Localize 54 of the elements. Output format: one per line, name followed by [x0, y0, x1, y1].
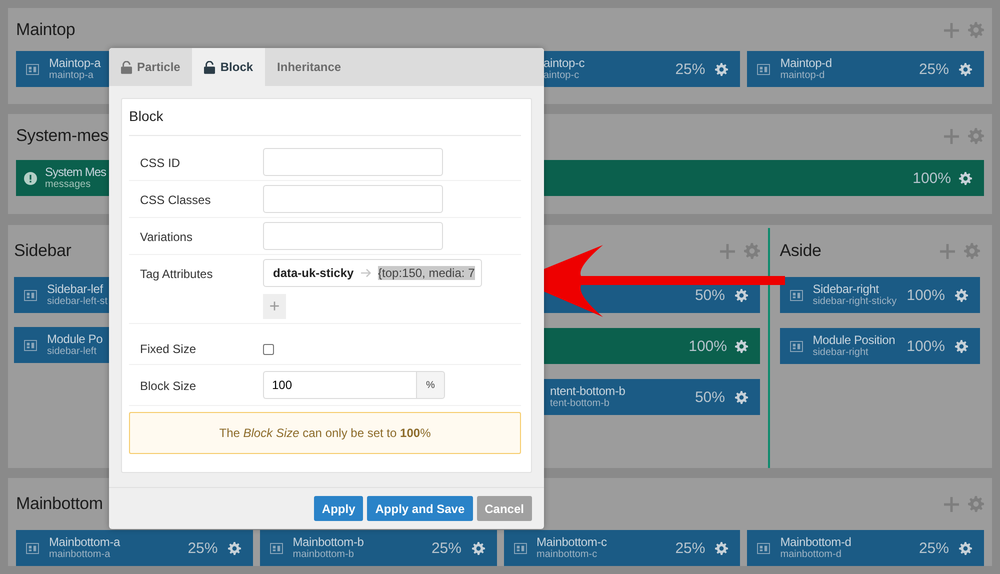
- module-title: System Mes: [45, 165, 106, 179]
- module-id: mainbottom-d: [780, 549, 842, 561]
- module-width: 100%: [912, 170, 951, 186]
- module-title: Sidebar-right: [812, 282, 879, 296]
- module-width: 25%: [188, 540, 218, 556]
- module-title: Module Po: [47, 332, 103, 346]
- module-id: messages: [45, 179, 91, 191]
- section-title: Mainbottom: [16, 494, 103, 514]
- module-title: Mainbottom-b: [292, 535, 364, 549]
- module-id: mainbottom-b: [292, 549, 354, 561]
- section-title: Aside: [780, 241, 822, 261]
- field-label: Variations: [139, 229, 194, 244]
- module-id: tent-bottom-b: [550, 398, 610, 410]
- field-label: Tag Attributes: [139, 266, 214, 281]
- module-id: mainbottom-c: [536, 549, 598, 561]
- field-label: CSS Classes: [139, 192, 212, 207]
- module-width: 50%: [694, 286, 725, 304]
- module-width: 50%: [694, 388, 725, 406]
- module-title: Sidebar-lef: [47, 282, 103, 296]
- module-width: 25%: [918, 540, 949, 556]
- module-id: maintop-a: [49, 70, 94, 82]
- module-title: Mainbottom-c: [536, 535, 607, 549]
- field-label: CSS ID: [139, 155, 182, 170]
- section-title: Sidebar: [14, 241, 72, 261]
- panel-title: Block: [129, 99, 521, 136]
- module-id: mainbottom-a: [49, 549, 110, 561]
- module-title: Mainbottom-d: [780, 535, 852, 549]
- module-width: 25%: [918, 60, 949, 78]
- section-title: System-mes: [16, 126, 108, 146]
- module-title: aintop-c: [544, 56, 585, 70]
- module-id: aintop-c: [544, 70, 580, 82]
- unit-label: %: [416, 371, 445, 399]
- field-label: Fixed Size: [139, 341, 198, 356]
- notice-message: The Block Size can only be set to 100%: [129, 412, 521, 454]
- module-id: sidebar-right: [812, 347, 868, 359]
- module-title: Mainbottom-a: [49, 535, 120, 549]
- module-width: 100%: [906, 286, 945, 304]
- module-title: ntent-bottom-b: [550, 384, 626, 398]
- module-id: maintop-d: [780, 70, 825, 82]
- module-width: 25%: [675, 540, 706, 556]
- module-id: sidebar-right-sticky: [812, 296, 897, 308]
- module-title: Module Position: [812, 333, 896, 347]
- module-id: sidebar-left: [47, 346, 96, 358]
- module-title: Maintop-d: [780, 56, 832, 70]
- attribute-key: data-uk-sticky: [273, 266, 355, 280]
- module-title: Maintop-a: [49, 56, 101, 70]
- attribute-value: {top:150, media: 7: [378, 266, 475, 280]
- module-width: 100%: [688, 338, 727, 354]
- section-title: Maintop: [16, 20, 76, 40]
- module-width: 25%: [431, 540, 462, 556]
- module-width: 25%: [675, 60, 706, 78]
- module-width: 100%: [906, 338, 945, 354]
- field-label: Block Size: [139, 378, 198, 393]
- module-id: sidebar-left-st: [47, 296, 108, 308]
